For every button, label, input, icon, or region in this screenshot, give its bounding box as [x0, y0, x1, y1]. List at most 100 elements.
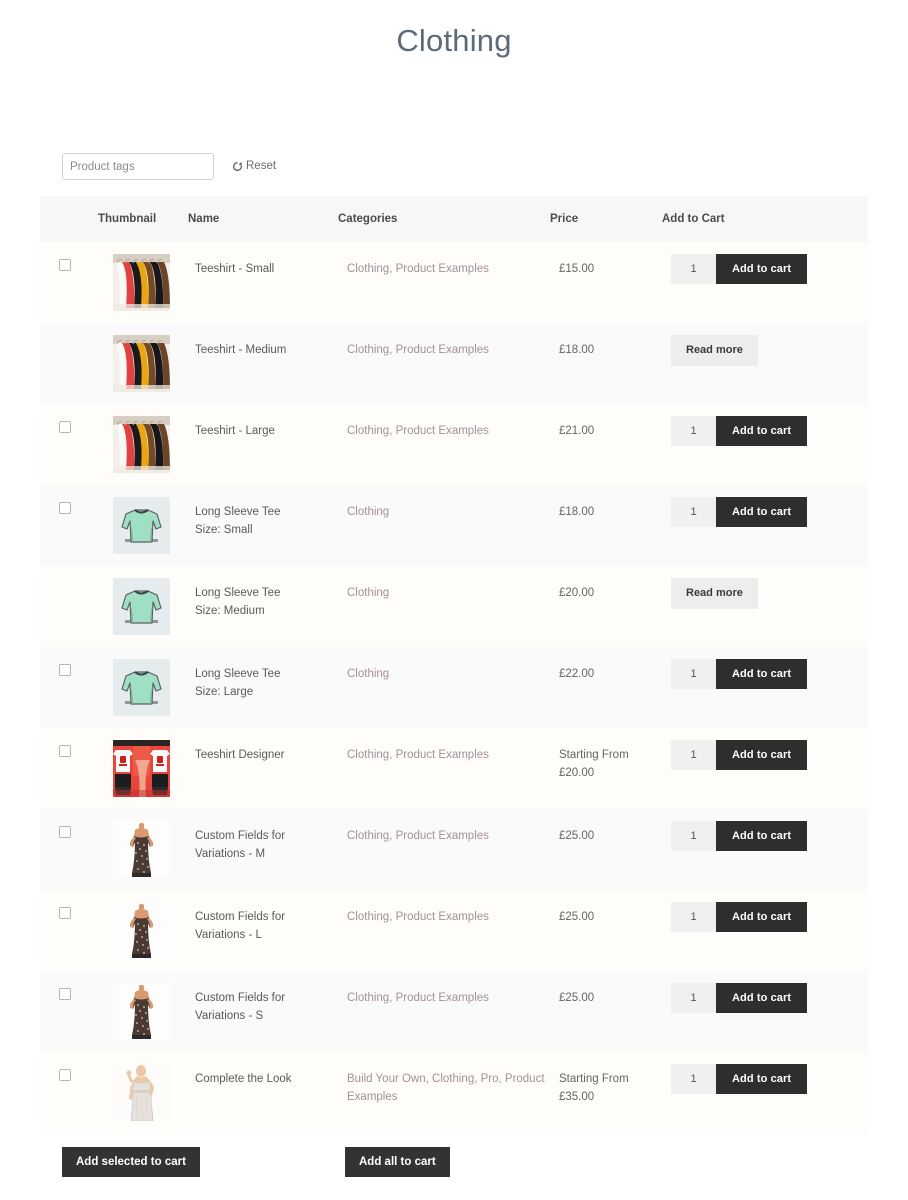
- add-to-cart-button[interactable]: Add to cart: [716, 658, 808, 689]
- add-to-cart-button[interactable]: Add to cart: [716, 1063, 808, 1094]
- add-selected-to-cart-button[interactable]: Add selected to cart: [62, 1146, 200, 1177]
- row-select-cell: [40, 323, 98, 404]
- row-select-checkbox[interactable]: [59, 501, 71, 514]
- product-name-line: Size: Small: [195, 523, 253, 536]
- category-links[interactable]: Clothing, Product Examples: [347, 989, 550, 1007]
- add-to-cart-button[interactable]: Add to cart: [716, 820, 808, 851]
- product-name-cell: Teeshirt Designer: [188, 728, 338, 809]
- teeshirt-rack-thumbnail[interactable]: [113, 334, 170, 392]
- thumbnail-cell: [98, 566, 188, 647]
- category-links[interactable]: Clothing: [347, 665, 550, 683]
- maxi-dress-thumbnail[interactable]: [113, 901, 170, 959]
- quantity-input[interactable]: [671, 415, 716, 446]
- column-header-add-to-cart: Add to Cart: [662, 195, 868, 242]
- add-to-cart-button[interactable]: Add to cart: [716, 739, 808, 770]
- row-select-cell: [40, 566, 98, 647]
- add-to-cart-button[interactable]: Add to cart: [716, 496, 808, 527]
- refresh-icon: [232, 161, 243, 172]
- white-dress-thumbnail[interactable]: [113, 1063, 170, 1121]
- row-select-cell: [40, 971, 98, 1052]
- add-to-cart-group: Add to cart: [671, 415, 868, 446]
- row-select-checkbox[interactable]: [59, 663, 71, 676]
- maxi-dress-thumbnail[interactable]: [113, 820, 170, 878]
- long-sleeve-tee-thumbnail[interactable]: [113, 496, 170, 554]
- add-to-cart-button[interactable]: Add to cart: [716, 415, 808, 446]
- row-select-cell: [40, 404, 98, 485]
- table-row: Custom Fields for Variations - L Clothing,…: [40, 889, 868, 971]
- product-name-line: Teeshirt - Small: [195, 262, 275, 275]
- row-select-checkbox[interactable]: [59, 1068, 71, 1081]
- product-table-container: Thumbnail Name Categories Price Add to C…: [0, 195, 908, 1133]
- thumbnail-cell: [98, 728, 188, 809]
- quantity-input[interactable]: [671, 820, 716, 851]
- add-to-cart-cell: Add to cart: [662, 728, 868, 809]
- quantity-input[interactable]: [671, 658, 716, 689]
- add-to-cart-cell: Read more: [662, 566, 868, 647]
- add-to-cart-button[interactable]: Add to cart: [716, 982, 808, 1013]
- row-select-checkbox[interactable]: [59, 987, 71, 1000]
- teeshirt-rack-thumbnail[interactable]: [113, 415, 170, 473]
- category-links[interactable]: Clothing, Product Examples: [347, 908, 550, 926]
- row-select-checkbox[interactable]: [59, 825, 71, 838]
- maxi-dress-thumbnail[interactable]: [113, 982, 170, 1040]
- long-sleeve-tee-thumbnail[interactable]: [113, 658, 170, 716]
- row-select-cell: [40, 1052, 98, 1133]
- product-name-line: Custom Fields for: [195, 910, 286, 923]
- category-links[interactable]: Clothing, Product Examples: [347, 746, 550, 764]
- long-sleeve-tee-thumbnail[interactable]: [113, 577, 170, 635]
- category-links[interactable]: Clothing: [347, 503, 550, 521]
- category-links[interactable]: Clothing: [347, 584, 550, 602]
- thumbnail-cell: [98, 1052, 188, 1133]
- category-links[interactable]: Clothing, Product Examples: [347, 260, 550, 278]
- product-name-line: Long Sleeve Tee: [195, 586, 281, 599]
- add-to-cart-group: Add to cart: [671, 901, 868, 932]
- product-name-line: Size: Medium: [195, 604, 265, 617]
- quantity-input[interactable]: [671, 1063, 716, 1094]
- product-name-line: Custom Fields for: [195, 991, 286, 1004]
- add-to-cart-button[interactable]: Add to cart: [716, 253, 808, 284]
- product-name-cell: Teeshirt - Large: [188, 404, 338, 485]
- row-select-checkbox[interactable]: [59, 906, 71, 919]
- quantity-input[interactable]: [671, 982, 716, 1013]
- quantity-input[interactable]: [671, 739, 716, 770]
- reset-button[interactable]: Reset: [232, 160, 276, 173]
- teeshirt-rack-thumbnail[interactable]: [113, 253, 170, 311]
- category-links[interactable]: Clothing, Product Examples: [347, 422, 550, 440]
- category-links[interactable]: Build Your Own, Clothing, Pro, Product E…: [347, 1070, 550, 1106]
- add-to-cart-group: Add to cart: [671, 1063, 868, 1094]
- product-name-line: Complete the Look: [195, 1072, 292, 1085]
- thumbnail-cell: [98, 809, 188, 890]
- row-select-checkbox[interactable]: [59, 420, 71, 433]
- add-to-cart-group: Add to cart: [671, 739, 868, 770]
- row-select-cell: [40, 890, 98, 971]
- read-more-button[interactable]: Read more: [671, 334, 758, 366]
- product-name-line: Custom Fields for: [195, 829, 286, 842]
- quantity-input[interactable]: [671, 253, 716, 284]
- product-tags-input[interactable]: [62, 153, 214, 181]
- price-cell: £18.00: [550, 323, 662, 404]
- row-select-cell: [40, 242, 98, 323]
- quantity-input[interactable]: [671, 901, 716, 932]
- teeshirt-designer-thumbnail[interactable]: [113, 739, 170, 797]
- add-to-cart-button[interactable]: Add to cart: [716, 901, 808, 932]
- row-select-checkbox[interactable]: [59, 744, 71, 757]
- table-row: Custom Fields for Variations - S Clothing,…: [40, 970, 868, 1052]
- read-more-button[interactable]: Read more: [671, 577, 758, 609]
- product-name-cell: Custom Fields for Variations - M: [188, 809, 338, 890]
- filter-bar: Reset: [0, 153, 908, 181]
- product-name-cell: Complete the Look: [188, 1052, 338, 1133]
- row-select-checkbox[interactable]: [59, 258, 71, 271]
- product-name-cell: Long Sleeve Tee Size: Large: [188, 647, 338, 728]
- table-row: Long Sleeve Tee Size: Medium Clothing £20.0…: [40, 565, 868, 647]
- add-to-cart-cell: Add to cart: [662, 485, 868, 566]
- quantity-input[interactable]: [671, 496, 716, 527]
- price-cell: £21.00: [550, 404, 662, 485]
- column-header-thumbnail: Thumbnail: [98, 195, 188, 242]
- add-all-to-cart-button[interactable]: Add all to cart: [345, 1146, 450, 1177]
- add-to-cart-group: Add to cart: [671, 982, 868, 1013]
- add-to-cart-cell: Add to cart: [662, 971, 868, 1052]
- add-to-cart-group: Add to cart: [671, 820, 868, 851]
- category-links[interactable]: Clothing, Product Examples: [347, 827, 550, 845]
- categories-cell: Clothing, Product Examples: [338, 809, 550, 890]
- category-links[interactable]: Clothing, Product Examples: [347, 341, 550, 359]
